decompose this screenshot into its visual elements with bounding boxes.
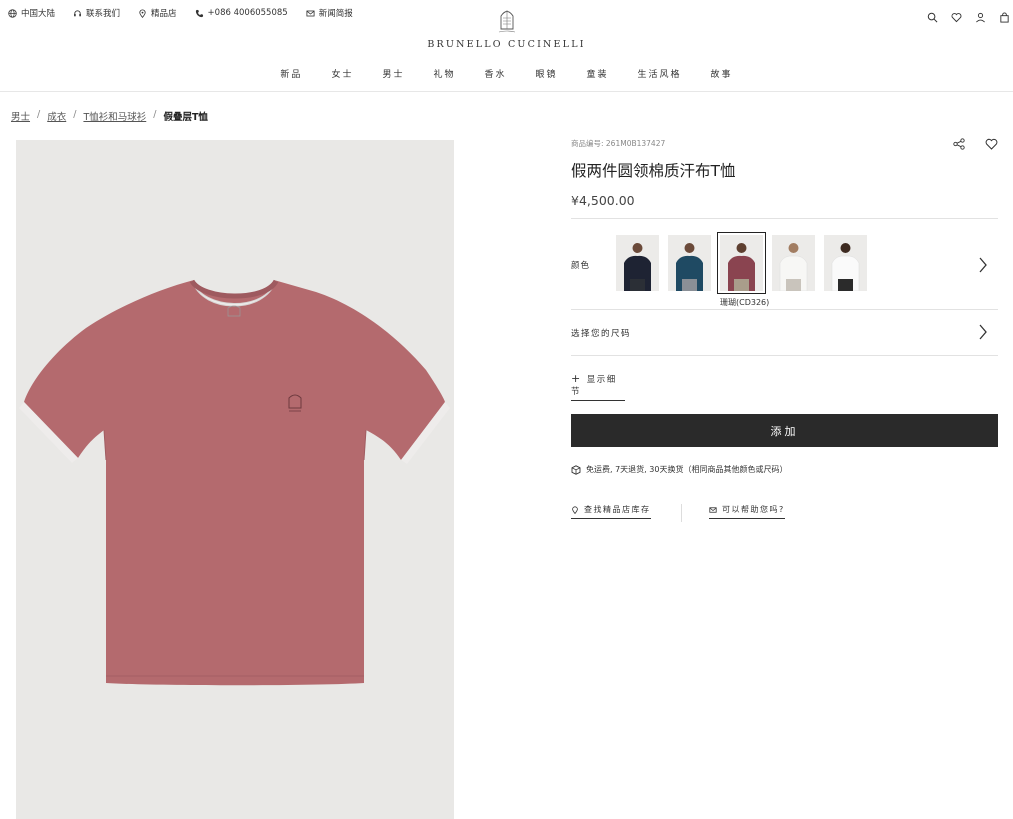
search-icon[interactable]: [927, 8, 939, 23]
nav-item-gifts[interactable]: 礼物: [433, 67, 455, 80]
tshirt-illustration: [19, 279, 450, 686]
share-icon[interactable]: [953, 138, 965, 150]
find-in-store-label: 查找精品店库存: [584, 505, 651, 514]
add-to-cart-button[interactable]: 添加: [571, 414, 998, 447]
mail-icon: [709, 506, 717, 513]
breadcrumb-separator: /: [73, 109, 77, 120]
location-pin-icon: [572, 505, 578, 514]
chevron-right-icon[interactable]: [978, 257, 988, 273]
help-link[interactable]: 可以帮助您吗?: [709, 504, 785, 519]
color-swatch-white-2[interactable]: [824, 235, 867, 291]
breadcrumb-separator: /: [37, 109, 41, 120]
link-separator: [681, 504, 682, 522]
nav-item-stories[interactable]: 故事: [711, 67, 733, 80]
main-nav: 新品 女士 男士 礼物 香水 眼镜 童装 生活风格 故事: [0, 67, 1013, 80]
nav-item-kids[interactable]: 童装: [587, 67, 609, 80]
find-in-store-link[interactable]: 查找精品店库存: [571, 504, 651, 519]
divider: [571, 309, 998, 310]
shipping-note: 免运费, 7天退货, 30天换货（相同商品其他颜色或尺码）: [571, 464, 787, 475]
selected-color-name: 珊瑚(CD326): [720, 298, 770, 307]
nav-item-women[interactable]: 女士: [331, 67, 353, 80]
help-label: 可以帮助您吗?: [722, 505, 785, 514]
select-size-button[interactable]: 选择您的尺码: [571, 327, 631, 339]
nav-item-men[interactable]: 男士: [382, 67, 404, 80]
breadcrumb-tshirts-polos[interactable]: T恤衫和马球衫: [83, 109, 146, 123]
product-sku: 商品编号: 261M0B137427: [571, 139, 666, 148]
product-title: 假两件圆领棉质汗布T恤: [571, 162, 736, 180]
product-image[interactable]: [16, 140, 454, 819]
nav-divider: [0, 91, 1013, 92]
nav-item-new[interactable]: 新品: [280, 67, 302, 80]
plus-icon: +: [571, 372, 582, 385]
breadcrumb: 男士 / 成衣 / T恤衫和马球衫 / 假叠层T恤: [11, 109, 208, 123]
nav-item-lifestyle[interactable]: 生活风格: [638, 67, 682, 80]
breadcrumb-ready-to-wear[interactable]: 成衣: [47, 109, 66, 123]
color-swatch-teal[interactable]: [668, 235, 711, 291]
nav-item-eyewear[interactable]: 眼镜: [536, 67, 558, 80]
breadcrumb-separator: /: [153, 109, 157, 120]
breadcrumb-men[interactable]: 男士: [11, 109, 30, 123]
brand-wordmark: BRUNELLO CUCINELLI: [427, 39, 586, 50]
divider: [571, 218, 998, 219]
breadcrumb-current: 假叠层T恤: [163, 112, 208, 123]
box-icon: [571, 464, 581, 475]
color-swatch-white[interactable]: [772, 235, 815, 291]
add-to-wishlist-heart-icon[interactable]: [985, 138, 998, 150]
header-actions: [927, 8, 1013, 23]
color-label: 颜色: [571, 261, 591, 271]
color-swatch-navy[interactable]: [616, 235, 659, 291]
wishlist-heart-icon[interactable]: [951, 8, 963, 23]
shopping-bag-icon[interactable]: [999, 8, 1011, 23]
divider: [571, 355, 998, 356]
user-icon[interactable]: [975, 8, 987, 23]
color-swatch-coral-selected[interactable]: [717, 232, 766, 294]
shirt-body: [24, 280, 445, 686]
show-details-toggle[interactable]: + 显示细节: [571, 372, 625, 401]
product-info: 商品编号: 261M0B137427 假两件圆领棉质汗布T恤 ¥4,500.00…: [571, 138, 998, 522]
shipping-text: 免运费, 7天退货, 30天换货（相同商品其他颜色或尺码）: [586, 465, 788, 474]
brand-logo[interactable]: BRUNELLO CUCINELLI: [0, 5, 1013, 50]
chevron-right-icon[interactable]: [978, 324, 988, 340]
brand-crest-icon: [498, 10, 515, 33]
product-price: ¥4,500.00: [571, 193, 635, 208]
nav-item-fragrance[interactable]: 香水: [484, 67, 506, 80]
